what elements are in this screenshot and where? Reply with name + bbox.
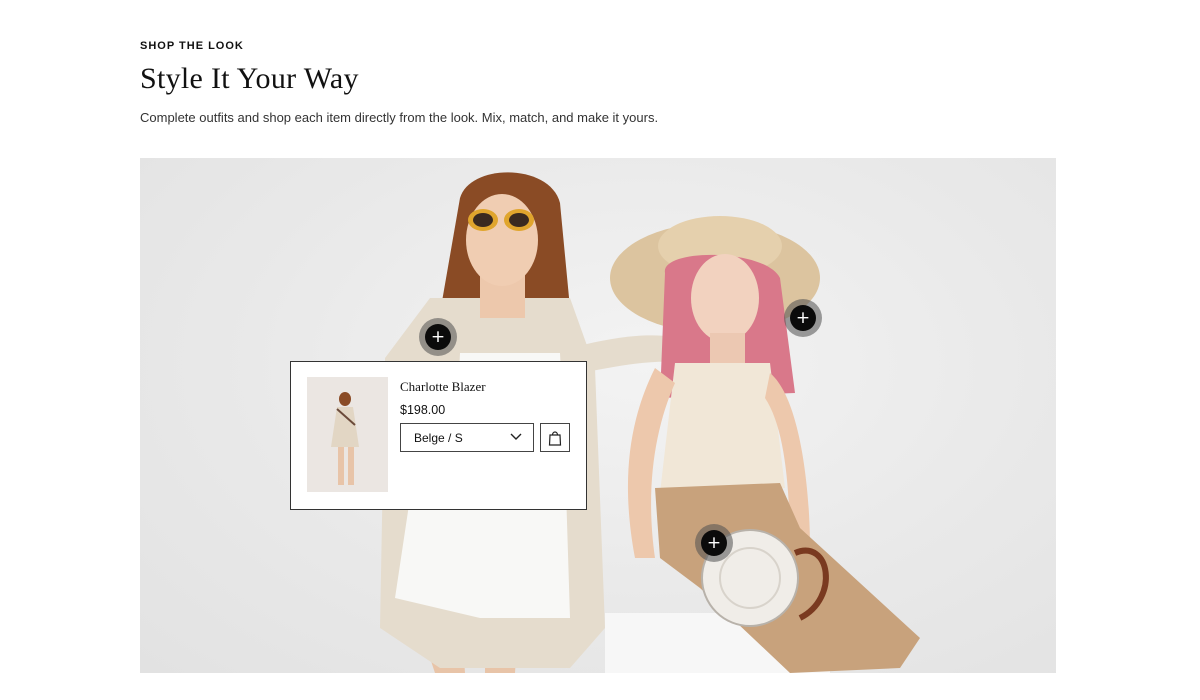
models-photo [380, 172, 920, 673]
section-eyebrow: SHOP THE LOOK [140, 40, 244, 52]
section-title: Style It Your Way [140, 62, 359, 95]
hotspot-hat[interactable]: + [784, 299, 822, 337]
variant-value: Belge / S [414, 430, 463, 445]
product-price: $198.00 [400, 403, 446, 417]
hotspot-blazer[interactable]: + [419, 318, 457, 356]
shop-the-look-image: + + + [140, 158, 1056, 673]
shopping-bag-icon [548, 430, 562, 446]
product-thumbnail[interactable] [307, 377, 388, 492]
chevron-down-icon [510, 433, 522, 440]
section-subtitle: Complete outfits and shop each item dire… [140, 110, 659, 125]
product-name[interactable]: Charlotte Blazer [400, 379, 486, 395]
plus-icon: + [701, 530, 727, 556]
variant-select[interactable]: Belge / S [400, 423, 534, 452]
plus-icon: + [790, 305, 816, 331]
section-header: SHOP THE LOOK Style It Your Way Complete… [140, 40, 1060, 125]
hotspot-bag[interactable]: + [695, 524, 733, 562]
plus-icon: + [425, 324, 451, 350]
product-popup: Charlotte Blazer $198.00 Belge / S [290, 361, 587, 510]
product-image [307, 377, 388, 492]
add-to-cart-button[interactable] [540, 423, 570, 452]
